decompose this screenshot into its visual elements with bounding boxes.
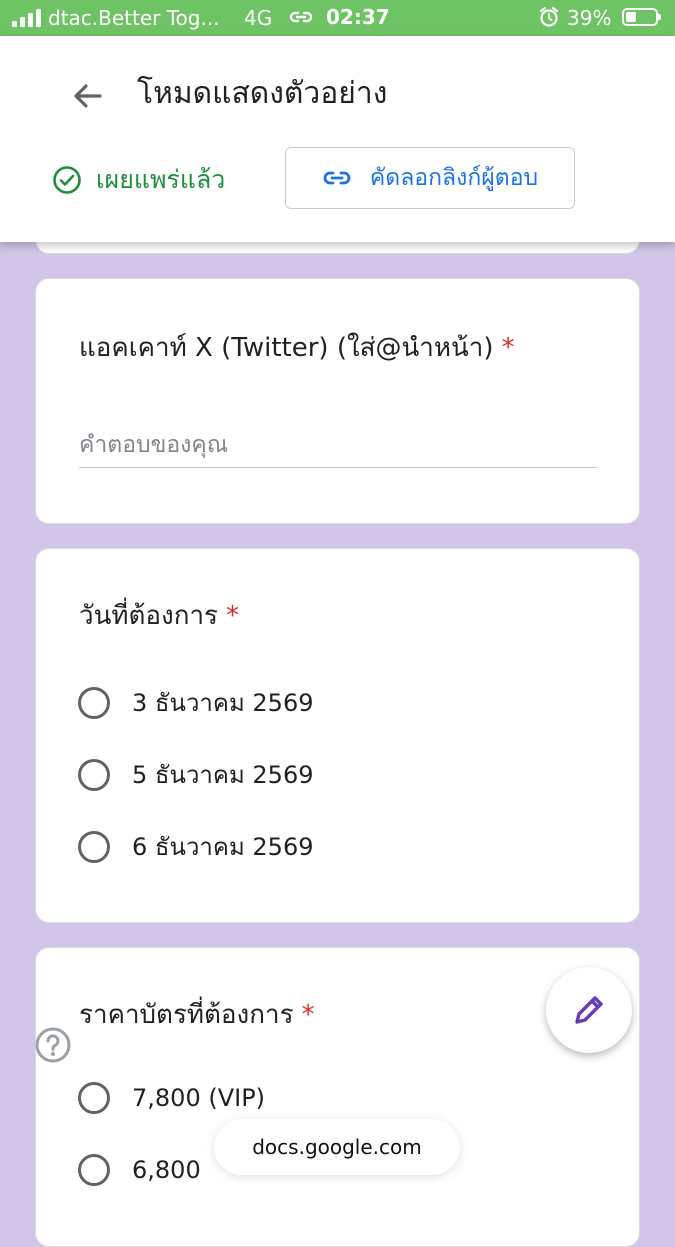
answer-placeholder: คำตอบของคุณ	[79, 432, 229, 458]
published-label: เผยแพร่แล้ว	[96, 165, 226, 194]
edit-form-button[interactable]	[546, 967, 632, 1053]
radio-button[interactable]	[78, 830, 110, 863]
question-title: แอคเคาท์ X (Twitter) (ใส่@นำหน้า) *	[79, 333, 515, 363]
answer-text-input[interactable]: คำตอบของคุณ	[79, 417, 597, 468]
battery-icon	[622, 8, 661, 26]
option-label: 6 ธันวาคม 2569	[132, 833, 314, 861]
option-label: 5 ธันวาคม 2569	[132, 761, 314, 789]
help-icon	[35, 1027, 71, 1063]
copy-responder-link-button[interactable]: คัดลอกลิงก์ผู้ตอบ	[285, 147, 575, 209]
alarm-icon	[539, 6, 559, 33]
clock: 02:37	[326, 5, 390, 29]
question-card-date: วันที่ต้องการ * 3 ธันวาคม 2569 5 ธันวาคม …	[35, 548, 640, 923]
required-asterisk: *	[226, 601, 240, 631]
page-title: โหมดแสดงตัวอย่าง	[137, 76, 388, 111]
pencil-icon	[575, 996, 603, 1024]
radio-option[interactable]: 5 ธันวาคม 2569	[78, 755, 314, 794]
question-title: ราคาบัตรที่ต้องการ *	[79, 1000, 315, 1030]
published-status: เผยแพร่แล้ว	[52, 160, 225, 200]
browser-url-bar[interactable]: docs.google.com	[214, 1119, 460, 1175]
help-button[interactable]	[34, 1026, 72, 1068]
arrow-back-icon	[74, 84, 102, 108]
radio-button[interactable]	[78, 758, 110, 791]
option-label: 6,800	[132, 1156, 201, 1184]
option-label: 7,800 (VIP)	[132, 1084, 266, 1112]
network-type: 4G	[244, 6, 273, 30]
radio-button[interactable]	[78, 1082, 110, 1114]
preview-header: โหมดแสดงตัวอย่าง เผยแพร่แล้ว คัดลอกลิงก์…	[0, 36, 675, 242]
radio-button[interactable]	[78, 686, 110, 719]
copy-link-label: คัดลอกลิงก์ผู้ตอบ	[369, 165, 539, 191]
required-asterisk: *	[501, 333, 515, 363]
radio-button[interactable]	[78, 1154, 110, 1186]
link-icon	[323, 171, 351, 185]
signal-icon	[12, 9, 41, 27]
status-bar: dtac.Better Tog... 4G 02:37 39%	[0, 0, 675, 36]
radio-option[interactable]: 6,800	[78, 1154, 201, 1186]
question-card-x-account: แอคเคาท์ X (Twitter) (ใส่@นำหน้า) * คำตอบ…	[35, 278, 640, 524]
radio-option[interactable]: 7,800 (VIP)	[78, 1082, 265, 1114]
question-title: วันที่ต้องการ *	[79, 601, 240, 631]
required-asterisk: *	[301, 1000, 315, 1030]
radio-option[interactable]: 3 ธันวาคม 2569	[78, 683, 314, 722]
link-status-icon	[288, 5, 314, 34]
battery-percent: 39%	[567, 6, 612, 30]
radio-option[interactable]: 6 ธันวาคม 2569	[78, 827, 314, 866]
back-button[interactable]	[66, 74, 110, 118]
option-label: 3 ธันวาคม 2569	[132, 689, 314, 717]
check-circle-icon	[53, 166, 81, 194]
carrier-name: dtac.Better Tog...	[48, 6, 220, 30]
url-text: docs.google.com	[252, 1135, 422, 1159]
